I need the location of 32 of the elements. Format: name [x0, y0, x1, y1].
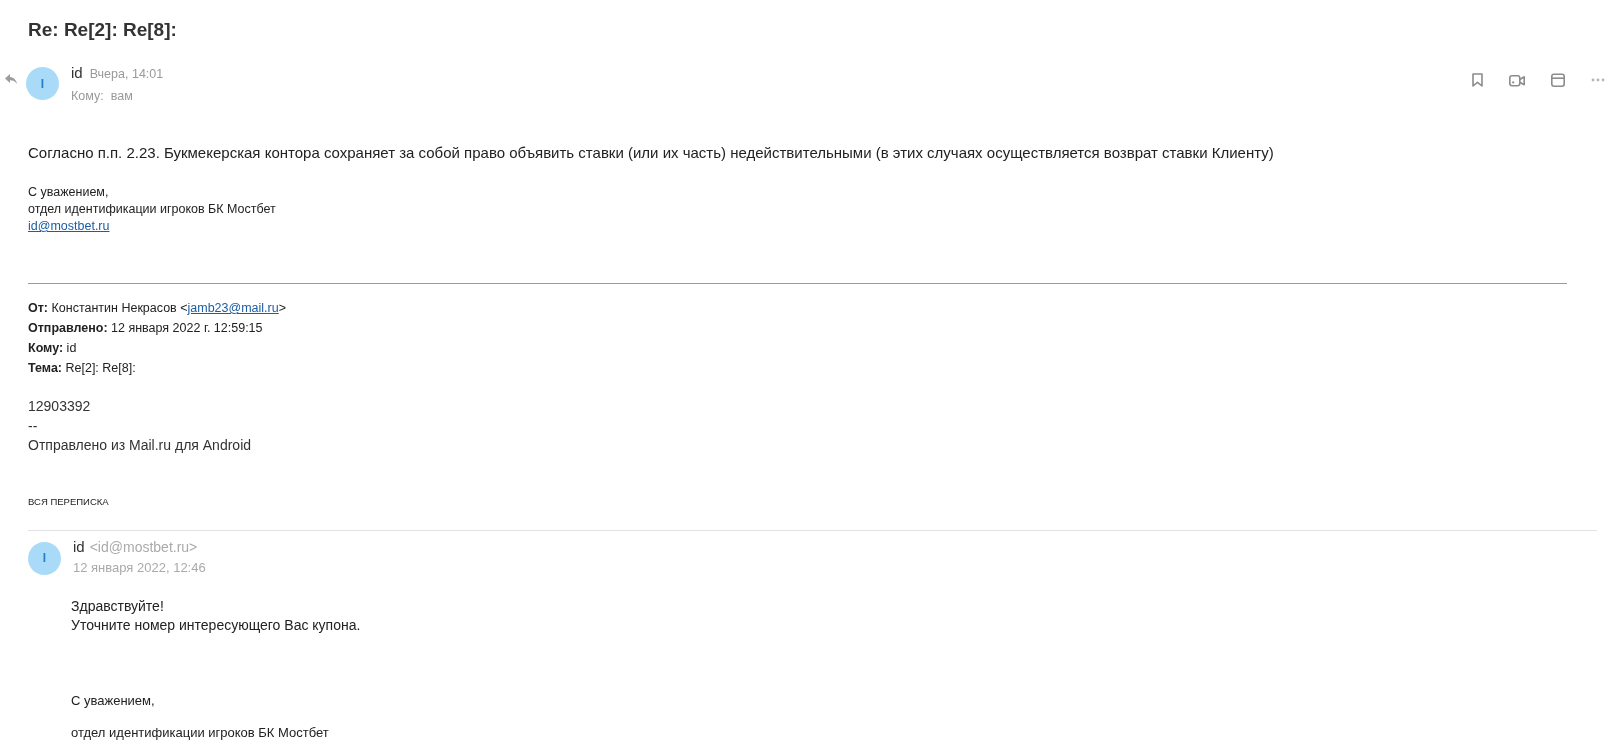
avatar: I	[28, 541, 61, 575]
sender-name: id	[73, 537, 85, 556]
quoted-header-line: Кому: id	[28, 340, 77, 357]
email-subject: Re: Re[2]: Re[8]:	[28, 18, 177, 42]
message-text: Уточните номер интересующего Вас купона.	[71, 616, 361, 635]
message-text: Здравствуйте!	[71, 597, 164, 616]
signature-text: С уважением,	[71, 692, 155, 710]
email-link[interactable]: id@mostbet.ru	[28, 218, 110, 235]
reply-icon[interactable]	[5, 74, 17, 84]
sent-time: Вчера, 14:01	[89, 66, 164, 83]
quoted-text: Отправлено из Mail.ru для Android	[28, 436, 252, 455]
quoted-header-line: От: Константин Некрасов <jamb23@mail.ru>	[28, 300, 287, 317]
video-camera-icon[interactable]	[1509, 73, 1525, 87]
quoted-text: 12903392	[28, 397, 91, 416]
email-link[interactable]: jamb23@mail.ru	[187, 301, 279, 315]
avatar: I	[26, 67, 59, 100]
more-icon[interactable]	[1591, 78, 1605, 82]
signature-text: отдел идентификации игроков БК Мостбет	[28, 201, 276, 218]
sent-date: 12 января 2022, 12:46	[73, 559, 206, 575]
calendar-icon[interactable]	[1551, 73, 1565, 87]
quoted-header-line: Отправлено: 12 января 2022 г. 12:59:15	[28, 320, 263, 337]
all-thread-link[interactable]: ВСЯ ПЕРЕПИСКА	[28, 495, 109, 508]
signature-text: отдел идентификации игроков БК Мостбет	[71, 724, 329, 742]
bookmark-icon[interactable]	[1472, 73, 1483, 87]
recipient-name: вам	[110, 88, 133, 105]
message-text: Согласно п.п. 2.23. Букмекерская контора сохраняет за собой право объявить ставки (или их часть) недействительными (в этих случаях осуществляется возврат ставки Клиенту)	[28, 144, 1274, 162]
quoted-text: --	[28, 416, 38, 436]
signature-text: С уважением,	[28, 184, 109, 201]
quoted-header-line: Тема: Re[2]: Re[8]:	[28, 360, 136, 377]
recipient-label: Кому:	[71, 88, 104, 105]
sender-address: <id@mostbet.ru>	[89, 537, 198, 556]
sender-name: id	[71, 64, 83, 82]
